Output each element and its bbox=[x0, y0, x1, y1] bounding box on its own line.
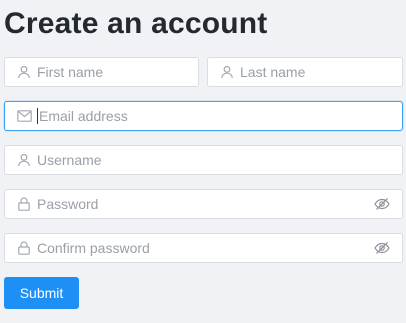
eye-off-icon[interactable] bbox=[373, 240, 391, 256]
text-caret bbox=[37, 108, 38, 124]
username-field[interactable] bbox=[4, 145, 403, 175]
username-input[interactable] bbox=[37, 150, 402, 170]
email-field[interactable] bbox=[4, 101, 403, 131]
confirm-password-input[interactable] bbox=[37, 238, 373, 258]
user-icon bbox=[16, 64, 32, 80]
submit-button[interactable]: Submit bbox=[4, 277, 79, 309]
page-title: Create an account bbox=[4, 7, 268, 40]
password-field[interactable] bbox=[4, 189, 403, 219]
first-name-field[interactable] bbox=[4, 57, 199, 87]
last-name-field[interactable] bbox=[207, 57, 403, 87]
eye-off-icon[interactable] bbox=[373, 196, 391, 212]
mail-icon bbox=[16, 108, 32, 124]
confirm-password-field[interactable] bbox=[4, 233, 403, 263]
user-icon bbox=[16, 152, 32, 168]
lock-icon bbox=[16, 240, 32, 256]
password-input[interactable] bbox=[37, 194, 373, 214]
last-name-input[interactable] bbox=[240, 62, 402, 82]
email-input[interactable] bbox=[39, 106, 402, 126]
lock-icon bbox=[16, 196, 32, 212]
user-icon bbox=[219, 64, 235, 80]
first-name-input[interactable] bbox=[37, 62, 198, 82]
